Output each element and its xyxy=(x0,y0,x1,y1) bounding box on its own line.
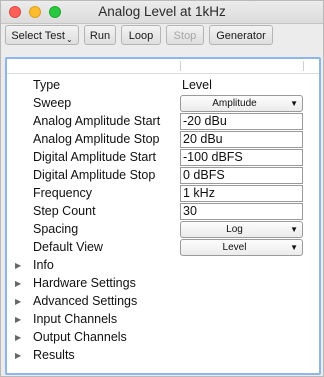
setting-row-sweep: Sweep Amplitude ▼ xyxy=(7,95,319,113)
section-hardware-settings[interactable]: ▶ Hardware Settings xyxy=(7,275,319,293)
chevron-down-icon: ▼ xyxy=(290,99,298,108)
spacing-selected: Log xyxy=(226,224,243,235)
disclosure-triangle-icon[interactable]: ▶ xyxy=(15,279,21,288)
type-value: Level xyxy=(182,78,212,92)
section-results[interactable]: ▶ Results xyxy=(7,347,319,365)
select-test-label: Select Test xyxy=(11,30,65,42)
analog-start-label: Analog Amplitude Start xyxy=(33,114,161,128)
digital-stop-field[interactable]: 0 dBFS xyxy=(180,167,303,184)
default-view-dropdown[interactable]: Level ▼ xyxy=(180,239,303,256)
disclosure-triangle-icon[interactable]: ▶ xyxy=(15,315,21,324)
step-count-field[interactable]: 30 xyxy=(180,203,303,220)
column-divider xyxy=(303,61,304,71)
loop-button[interactable]: Loop xyxy=(121,25,161,45)
setting-row-analog-start: Analog Amplitude Start -20 dBu xyxy=(7,113,319,131)
disclosure-triangle-icon[interactable]: ▶ xyxy=(15,351,21,360)
setting-row-digital-stop: Digital Amplitude Stop 0 dBFS xyxy=(7,167,319,185)
section-output-channels[interactable]: ▶ Output Channels xyxy=(7,329,319,347)
setting-row-step-count: Step Count 30 xyxy=(7,203,319,221)
setting-row-digital-start: Digital Amplitude Start -100 dBFS xyxy=(7,149,319,167)
run-button[interactable]: Run xyxy=(84,25,116,45)
section-advanced-settings[interactable]: ▶ Advanced Settings xyxy=(7,293,319,311)
type-label: Type xyxy=(33,78,61,92)
sweep-label: Sweep xyxy=(33,96,72,110)
chevron-down-icon: ▼ xyxy=(290,225,298,234)
app-window: Analog Level at 1kHz Select Test⌄ Run Lo… xyxy=(0,0,324,377)
spacing-label: Spacing xyxy=(33,222,79,236)
section-info-label: Info xyxy=(33,258,54,272)
toolbar: Select Test⌄ Run Loop Stop Generator xyxy=(5,25,319,47)
frequency-label: Frequency xyxy=(33,186,93,200)
stop-button[interactable]: Stop xyxy=(166,25,204,45)
disclosure-triangle-icon[interactable]: ▶ xyxy=(15,261,21,270)
section-output-label: Output Channels xyxy=(33,330,127,344)
digital-stop-label: Digital Amplitude Stop xyxy=(33,168,156,182)
analog-stop-label: Analog Amplitude Stop xyxy=(33,132,160,146)
sweep-selected: Amplitude xyxy=(212,98,257,109)
section-input-label: Input Channels xyxy=(33,312,118,326)
analog-stop-field[interactable]: 20 dBu xyxy=(180,131,303,148)
chevron-down-icon: ▼ xyxy=(290,243,298,252)
digital-start-label: Digital Amplitude Start xyxy=(33,150,156,164)
sweep-dropdown[interactable]: Amplitude ▼ xyxy=(180,95,303,112)
select-test-button[interactable]: Select Test⌄ xyxy=(5,25,79,45)
default-view-label: Default View xyxy=(33,240,103,254)
section-advanced-label: Advanced Settings xyxy=(33,294,138,308)
setting-row-default-view: Default View Level ▼ xyxy=(7,239,319,257)
default-view-selected: Level xyxy=(222,242,247,253)
chevron-down-icon: ⌄ xyxy=(65,35,73,44)
generator-button[interactable]: Generator xyxy=(209,25,273,45)
frequency-field[interactable]: 1 kHz xyxy=(180,185,303,202)
setting-row-spacing: Spacing Log ▼ xyxy=(7,221,319,239)
window-title: Analog Level at 1kHz xyxy=(98,4,226,19)
spacing-dropdown[interactable]: Log ▼ xyxy=(180,221,303,238)
title-bar: Analog Level at 1kHz xyxy=(1,1,323,24)
section-input-channels[interactable]: ▶ Input Channels xyxy=(7,311,319,329)
setting-row-analog-stop: Analog Amplitude Stop 20 dBu xyxy=(7,131,319,149)
section-results-label: Results xyxy=(33,348,75,362)
section-hardware-label: Hardware Settings xyxy=(33,276,136,290)
disclosure-triangle-icon[interactable]: ▶ xyxy=(15,333,21,342)
settings-panel: Type Level Sweep Amplitude ▼ Analog Ampl… xyxy=(5,57,321,375)
analog-start-field[interactable]: -20 dBu xyxy=(180,113,303,130)
column-header xyxy=(7,59,319,74)
disclosure-triangle-icon[interactable]: ▶ xyxy=(15,297,21,306)
digital-start-field[interactable]: -100 dBFS xyxy=(180,149,303,166)
setting-row-type: Type Level xyxy=(7,77,319,95)
column-divider xyxy=(180,61,181,71)
setting-row-frequency: Frequency 1 kHz xyxy=(7,185,319,203)
section-info[interactable]: ▶ Info xyxy=(7,257,319,275)
step-count-label: Step Count xyxy=(33,204,96,218)
